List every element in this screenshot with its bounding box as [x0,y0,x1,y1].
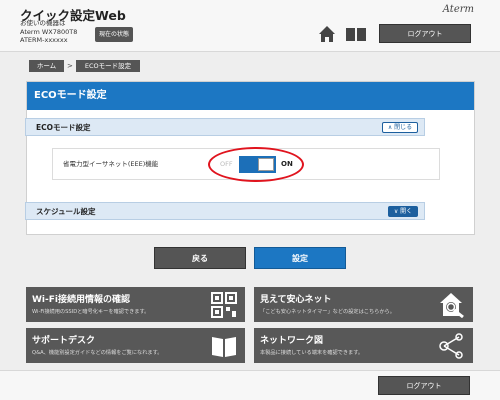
network-icon [439,333,463,359]
qr-code-icon [211,292,237,318]
tile-desc: Wi-Fi接続用のSSIDと暗号化キーを確認できます。 [32,309,150,315]
chevron-down-icon: ∨ [393,208,399,215]
toggle-on-label: ON [281,160,293,168]
logout-button-bottom[interactable]: ログアウト [378,376,470,395]
tile-title: サポートデスク [32,336,96,346]
expand-button[interactable]: ∨ 開く [388,206,418,217]
tile-desc: 本製品に接続している端末を確認できます。 [260,350,364,356]
tile-title: ネットワーク図 [260,336,324,346]
book-icon[interactable] [345,26,367,42]
house-search-icon [440,293,464,318]
schedule-section-label: スケジュール設定 [36,207,96,216]
device-model: Aterm WX7800T8 [20,27,78,36]
home-icon[interactable] [318,25,336,43]
eee-setting-row: 省電力型イーサネット(EEE)機能 OFF ON [52,148,440,180]
device-info: お使いの機器は Aterm WX7800T8 ATERM-xxxxxx [20,19,77,45]
expand-label: 開く [400,208,413,215]
tile-desc: 「こども安心ネットタイマー」などの設定はこちらから。 [260,309,395,315]
eco-section-label: ECOモード設定 [36,123,91,132]
breadcrumb-home[interactable]: ホーム [29,60,64,72]
logout-button[interactable]: ログアウト [379,24,471,43]
set-button[interactable]: 設定 [254,247,346,269]
breadcrumb-separator: > [67,62,73,70]
tile-desc: Q&A、機能別設定ガイドなどの情報をご覧になれます。 [32,350,163,356]
eee-setting-label: 省電力型イーサネット(EEE)機能 [63,160,159,168]
collapse-button[interactable]: ∧ 閉じる [382,122,418,133]
chevron-up-icon: ∧ [387,124,393,131]
tile-safe-net[interactable]: 見えて安心ネット 「こども安心ネットタイマー」などの設定はこちらから。 [254,287,473,322]
back-button[interactable]: 戻る [154,247,246,269]
tile-title: Wi-Fi接続用情報の確認 [32,295,130,305]
eee-toggle-switch[interactable] [239,156,276,173]
breadcrumb-current: ECOモード設定 [76,60,140,72]
device-id: ATERM-xxxxxx [20,36,68,44]
toggle-off-label: OFF [220,160,233,168]
tile-network-map[interactable]: ネットワーク図 本製品に接続している端末を確認できます。 [254,328,473,363]
current-status-button[interactable]: 現在の状態 [95,27,133,42]
toggle-knob [258,158,274,171]
device-info-line: お使いの機器は [20,19,66,27]
header-bar: クイック設定Web お使いの機器は Aterm WX7800T8 ATERM-x… [0,0,500,52]
brand-logo: Aterm [442,4,474,15]
eco-section-header: ECOモード設定 ∧ 閉じる [25,118,425,136]
book-icon [212,337,236,357]
schedule-section-header: スケジュール設定 ∨ 開く [25,202,425,220]
panel-title: ECOモード設定 [27,82,474,110]
tile-title: 見えて安心ネット [260,295,332,305]
collapse-label: 閉じる [394,124,413,131]
tile-wifi-info[interactable]: Wi-Fi接続用情報の確認 Wi-Fi接続用のSSIDと暗号化キーを確認できます… [26,287,245,322]
tile-support-desk[interactable]: サポートデスク Q&A、機能別設定ガイドなどの情報をご覧になれます。 [26,328,245,363]
